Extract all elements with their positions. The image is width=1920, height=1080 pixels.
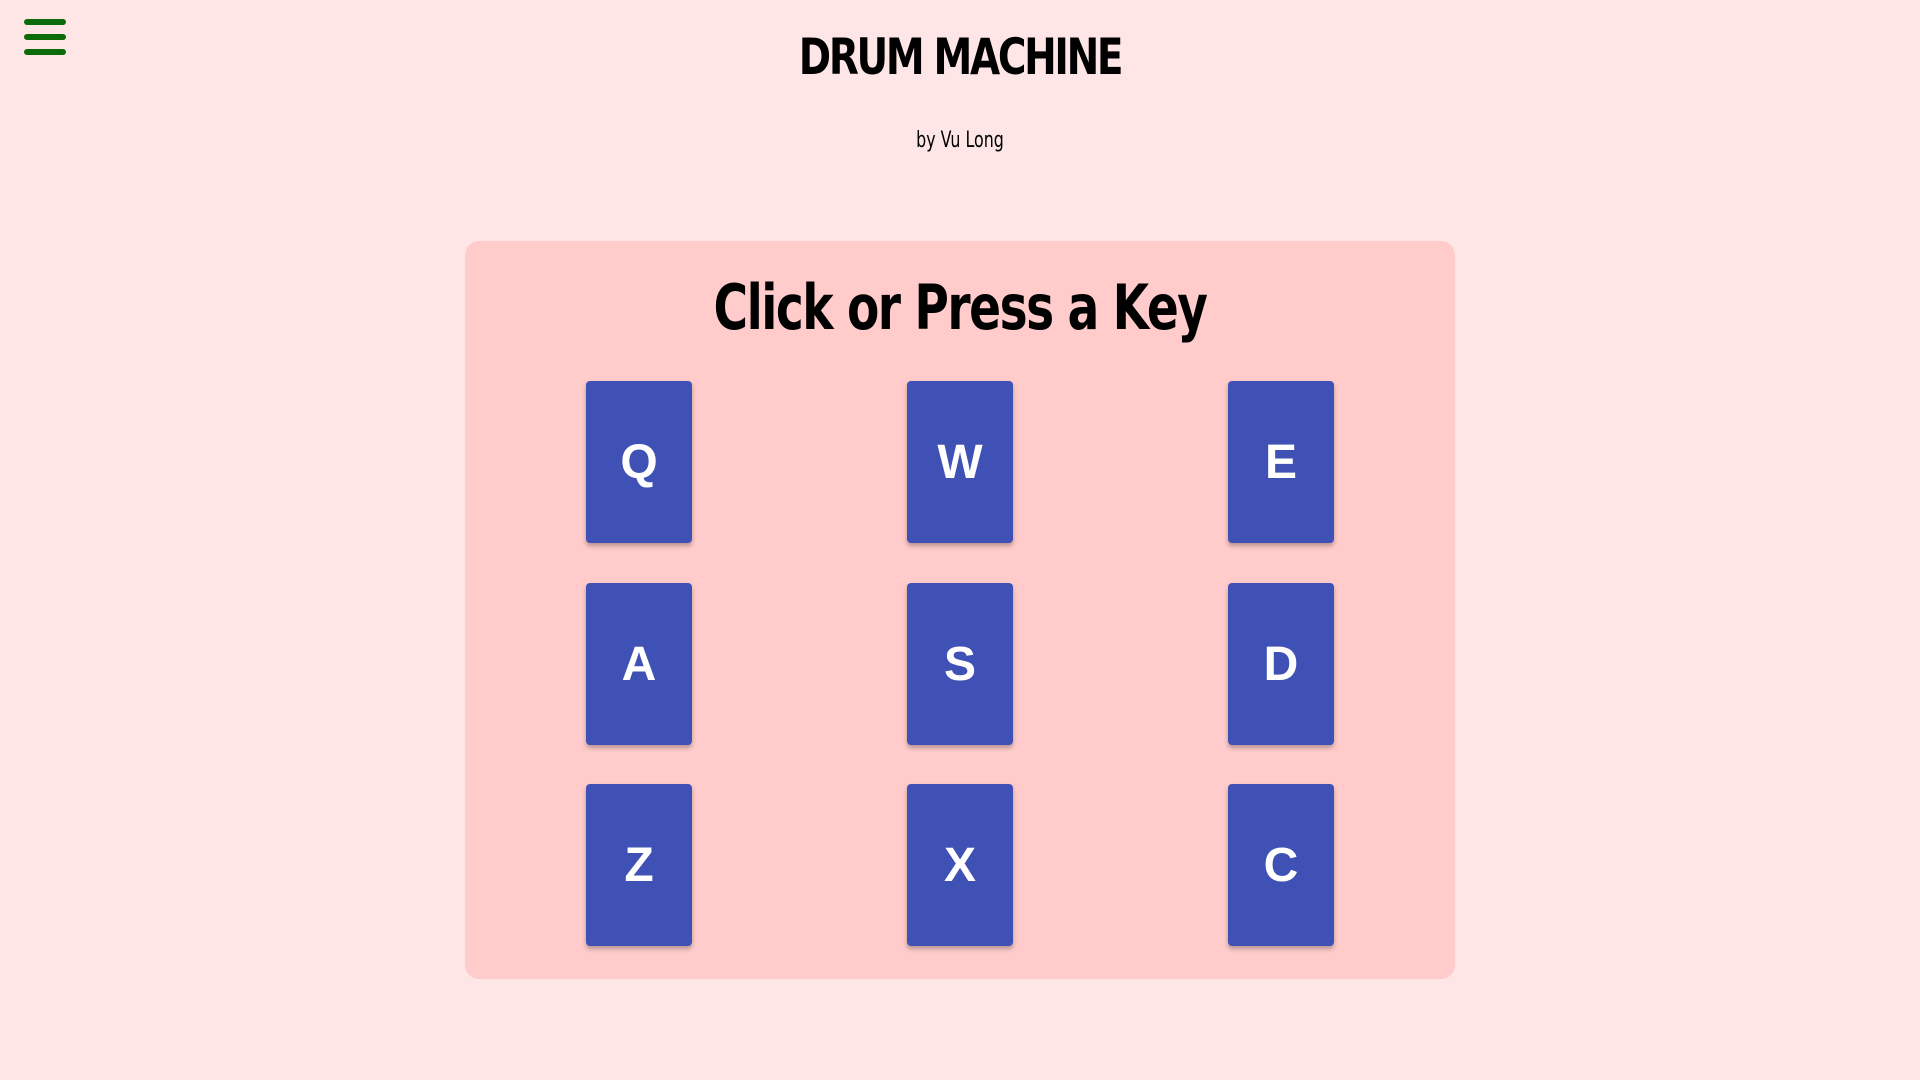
drum-pad-e[interactable]: E xyxy=(1228,381,1334,543)
drum-pad-q[interactable]: Q xyxy=(586,381,692,543)
drum-pad-a[interactable]: A xyxy=(586,583,692,745)
drum-machine-panel: Click or Press a Key Q W E A S D Z X C xyxy=(465,241,1455,979)
drum-pad-s[interactable]: S xyxy=(907,583,1013,745)
menu-bar xyxy=(24,49,66,55)
drum-pad-c[interactable]: C xyxy=(1228,784,1334,946)
page-subtitle: by Vu Long xyxy=(916,128,1004,153)
page: DRUM MACHINE by Vu Long Click or Press a… xyxy=(0,0,1920,1080)
page-title: DRUM MACHINE xyxy=(798,28,1124,86)
menu-bar xyxy=(24,19,66,25)
hamburger-menu-icon[interactable] xyxy=(24,19,66,55)
drum-pad-w[interactable]: W xyxy=(907,381,1013,543)
drum-pad-d[interactable]: D xyxy=(1228,583,1334,745)
display: Click or Press a Key xyxy=(713,271,1208,344)
drum-pad-x[interactable]: X xyxy=(907,784,1013,946)
drum-pad-z[interactable]: Z xyxy=(586,784,692,946)
menu-bar xyxy=(24,34,66,40)
